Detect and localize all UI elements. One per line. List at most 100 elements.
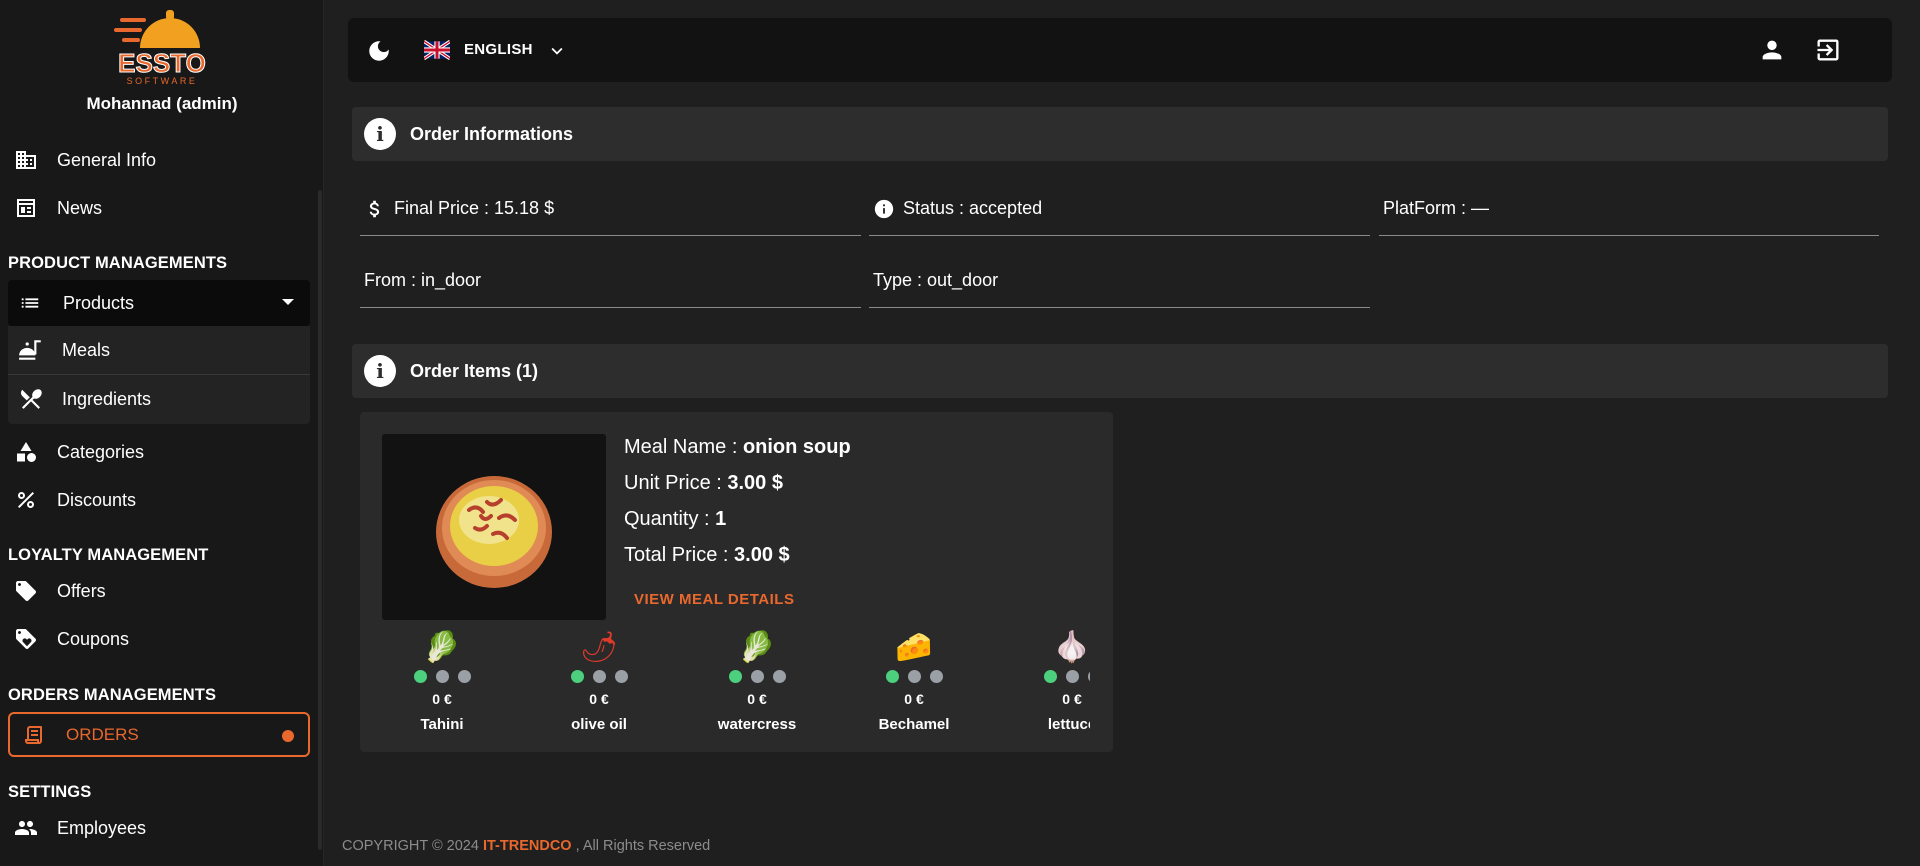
final-price-text: Final Price : 15.18 $ — [394, 198, 555, 218]
essto-logo[interactable]: ESSTO SOFTWARE — [112, 4, 212, 86]
logout-button[interactable] — [1814, 36, 1842, 64]
meal-icon — [18, 337, 44, 363]
ingredient-icon: 🧄 — [1053, 630, 1090, 665]
total-price-line: Total Price : 3.00 $ — [624, 544, 790, 567]
type-field: Type : out_door — [869, 254, 1370, 308]
from-text: From : in_door — [364, 270, 482, 290]
chevron-down-icon[interactable] — [546, 40, 568, 62]
ingredient-name: Bechamel — [878, 716, 950, 733]
copyright-text: COPYRIGHT © 2024 — [342, 838, 483, 854]
order-info-header: i Order Informations — [352, 107, 1888, 161]
ingredient-item: 🧀 0 € Bechamel — [854, 628, 974, 733]
ingredient-icon: 🧀 — [895, 630, 933, 665]
ingredient-name: watercress — [717, 716, 797, 733]
ingredient-name: olive oil — [571, 716, 627, 733]
ingredient-name: Tahini — [420, 716, 464, 733]
order-items-header: i Order Items (1) — [352, 344, 1888, 398]
ingredient-name: lettuce — [1047, 716, 1090, 733]
quantity: 1 — [715, 508, 727, 530]
portion-dots[interactable] — [697, 670, 817, 683]
list-icon — [19, 292, 41, 314]
platform-text: PlatForm : — — [1383, 198, 1490, 218]
ingredient-price: 0 € — [747, 691, 767, 707]
quantity-label: Quantity : — [624, 508, 716, 530]
order-item-card: Meal Name : onion soup Unit Price : 3.00… — [360, 412, 1113, 752]
section-title: Order Items (1) — [410, 360, 539, 381]
ingredient-icon: 🥬 — [738, 630, 776, 665]
sidebar-item-news[interactable]: News — [8, 186, 310, 230]
info-icon: i — [364, 118, 396, 150]
sidebar-item-categories[interactable]: Categories — [8, 430, 310, 474]
sidebar-item-offers[interactable]: Offers — [8, 569, 310, 613]
tag-icon — [13, 578, 39, 604]
unit-price-line: Unit Price : 3.00 $ — [624, 472, 783, 495]
platform-field: PlatForm : — — [1379, 182, 1879, 236]
total-price: 3.00 $ — [734, 544, 790, 566]
sidebar-item-label: General Info — [57, 149, 157, 170]
view-meal-details-button[interactable]: VIEW MEAL DETAILS — [634, 591, 794, 608]
sidebar-item-label: Coupons — [57, 628, 130, 649]
sidebar-item-label: News — [57, 197, 103, 218]
sidebar-item-label: ORDERS — [66, 724, 139, 744]
percent-icon — [13, 487, 39, 513]
sidebar-item-ingredients[interactable]: Ingredients — [8, 375, 310, 423]
sidebar-item-orders[interactable]: ORDERS — [8, 712, 310, 757]
unit-price: 3.00 $ — [727, 472, 783, 494]
sidebar-item-label: Offers — [57, 580, 106, 601]
sidebar-item-general-info[interactable]: General Info — [8, 138, 310, 182]
ingredient-price: 0 € — [904, 691, 924, 707]
info-icon: i — [364, 355, 396, 387]
quantity-line: Quantity : 1 — [624, 508, 726, 531]
sidebar-item-label: Discounts — [57, 489, 137, 510]
dollar-icon — [364, 198, 386, 220]
news-icon — [13, 195, 39, 221]
building-icon — [13, 147, 39, 173]
ingredient-price: 0 € — [1062, 691, 1082, 707]
section-title-orders: ORDERS MANAGEMENTS — [8, 686, 217, 704]
status-field: Status : accepted — [869, 182, 1370, 236]
ingredient-item: 🧄 0 € lettuce — [1012, 628, 1090, 733]
portion-dots[interactable] — [854, 670, 974, 683]
footer-brand-link[interactable]: IT-TRENDCO — [483, 838, 572, 854]
final-price-field: Final Price : 15.18 $ — [360, 182, 861, 236]
ingredient-item: 🌶 0 € olive oil — [539, 628, 659, 733]
ingredient-icon: 🌶 — [579, 630, 619, 665]
uk-flag-icon[interactable] — [423, 39, 451, 61]
dark-mode-toggle[interactable] — [366, 38, 392, 64]
people-icon — [13, 815, 39, 841]
info-circle-icon — [873, 198, 895, 220]
from-field: From : in_door — [360, 254, 861, 308]
type-text: Type : out_door — [873, 270, 999, 290]
ingredient-price: 0 € — [432, 691, 452, 707]
sidebar-item-label: Employees — [57, 817, 147, 838]
meal-name-label: Meal Name : — [624, 436, 743, 458]
active-dot — [282, 730, 294, 742]
portion-dots[interactable] — [382, 670, 502, 683]
footer: COPYRIGHT © 2024 IT-TRENDCO , All Rights… — [342, 838, 710, 854]
sidebar-scrollbar[interactable] — [318, 190, 322, 850]
sidebar-item-coupons[interactable]: Coupons — [8, 617, 310, 661]
sidebar: ESSTO SOFTWARE Mohannad (admin) General … — [0, 0, 324, 866]
sidebar-item-products[interactable]: Products — [8, 280, 310, 326]
meal-image — [382, 434, 606, 620]
user-name: Mohannad (admin) — [86, 94, 238, 113]
ingredient-icon: 🥬 — [423, 630, 461, 665]
language-select[interactable]: ENGLISH — [464, 41, 533, 58]
meal-name: onion soup — [742, 436, 851, 458]
status-text: Status : accepted — [903, 198, 1043, 218]
sidebar-item-label: Meals — [62, 339, 111, 360]
sidebar-item-employees[interactable]: Employees — [8, 806, 310, 850]
person-icon — [1762, 40, 1782, 60]
svg-text:ESSTO: ESSTO — [118, 48, 206, 78]
sidebar-item-label: Categories — [57, 441, 145, 462]
sidebar-item-discounts[interactable]: Discounts — [8, 478, 310, 522]
sidebar-item-meals[interactable]: Meals — [8, 326, 310, 374]
shapes-icon — [13, 439, 39, 465]
products-submenu: Meals Ingredients — [8, 326, 310, 424]
rights-text: , All Rights Reserved — [571, 838, 711, 854]
profile-button[interactable] — [1758, 36, 1786, 64]
ingredients-list: 🥬 0 € Tahini 🌶 0 € olive oil 🥬 0 € water… — [382, 628, 1090, 748]
portion-dots[interactable] — [539, 670, 659, 683]
portion-dots[interactable] — [1012, 670, 1090, 683]
sidebar-item-label: Products — [63, 292, 135, 313]
